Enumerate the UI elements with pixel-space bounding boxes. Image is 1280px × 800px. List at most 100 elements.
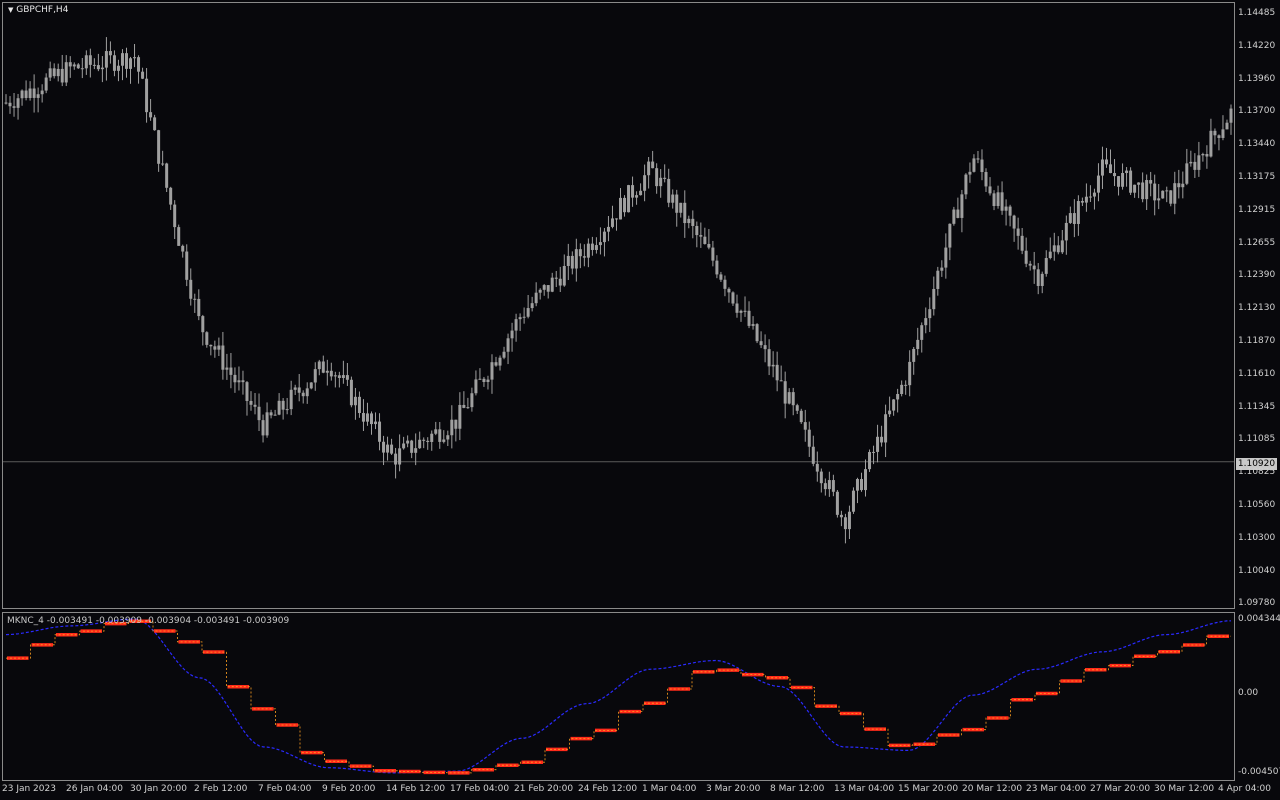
symbol-title[interactable]: ▼ GBPCHF,H4: [8, 5, 68, 15]
candle-body: [173, 204, 177, 228]
candle-body: [120, 53, 124, 66]
candle-body: [8, 102, 12, 107]
time-tick-label: 27 Mar 20:00: [1090, 784, 1151, 794]
candle-body: [1125, 170, 1129, 174]
dropdown-triangle-icon[interactable]: ▼: [8, 6, 13, 14]
price-tick-label: 1.13960: [1238, 73, 1276, 84]
candle-body: [450, 419, 454, 436]
candle-body: [1088, 196, 1092, 198]
candle-body: [550, 277, 554, 292]
time-tick-label: 24 Feb 12:00: [578, 784, 638, 794]
symbol-label: GBPCHF,H4: [16, 5, 69, 15]
candle-body: [1024, 250, 1028, 264]
candle-body: [100, 67, 104, 70]
candle-body: [221, 345, 225, 370]
candle-body: [647, 161, 651, 176]
indicator-tick-label: -0.004507: [1238, 767, 1280, 777]
candle-body: [422, 439, 426, 441]
candle-body: [269, 412, 273, 416]
candle-body: [20, 90, 24, 99]
candle-body: [40, 90, 44, 95]
price-tick-label: 1.11870: [1238, 336, 1276, 346]
candle-body: [578, 249, 582, 257]
candle-body: [799, 410, 803, 423]
price-tick-label: 1.10040: [1238, 565, 1276, 576]
candle-body: [333, 375, 337, 377]
candle-body: [1129, 170, 1133, 193]
candle-body: [418, 439, 422, 449]
candle-body: [711, 247, 715, 261]
candle-body: [655, 168, 659, 187]
candle-body: [313, 369, 317, 383]
candle-body: [470, 393, 474, 408]
chart-canvas: [3, 37, 1234, 775]
candle-body: [253, 404, 257, 407]
time-tick-label: 30 Mar 12:00: [1154, 784, 1215, 794]
candle-body: [1020, 235, 1024, 251]
candle-body: [454, 419, 458, 429]
candle-body: [406, 440, 410, 444]
price-tick-label: 1.14220: [1238, 40, 1276, 51]
candle-body: [357, 396, 361, 413]
candle-body: [928, 309, 932, 319]
candle-body: [1133, 184, 1137, 193]
candle-body: [623, 197, 627, 213]
candle-body: [952, 209, 956, 224]
candle-body: [374, 421, 378, 425]
candle-body: [108, 51, 112, 56]
candle-body: [361, 412, 365, 422]
candle-body: [52, 68, 56, 77]
candle-body: [574, 249, 578, 269]
time-tick-label: 26 Jan 04:00: [66, 784, 123, 794]
candle-body: [1004, 206, 1008, 211]
candle-body: [225, 367, 229, 370]
candle-body: [96, 65, 100, 70]
candle-body: [747, 310, 751, 326]
candle-body: [394, 453, 398, 465]
candle-body: [1169, 190, 1173, 204]
candle-body: [803, 422, 807, 430]
price-tick-label: 1.14485: [1238, 8, 1276, 18]
candle-body: [795, 405, 799, 411]
candle-body: [365, 413, 369, 422]
candle-body: [755, 324, 759, 342]
candle-body: [438, 429, 442, 442]
candle-body: [703, 236, 707, 244]
candle-body: [88, 55, 92, 65]
candle-body: [884, 414, 888, 443]
candle-body: [193, 298, 197, 300]
candle-body: [1008, 206, 1012, 216]
price-tick-label: 1.11610: [1238, 368, 1276, 379]
candle-body: [1056, 245, 1060, 253]
candle-body: [329, 370, 333, 377]
candle-body: [32, 88, 36, 98]
candle-body: [249, 400, 253, 405]
candle-body: [209, 344, 213, 347]
price-tick-label: 1.13175: [1238, 172, 1276, 182]
candle-body: [767, 349, 771, 367]
candle-body: [1217, 135, 1221, 138]
candle-body: [827, 480, 831, 490]
candle-body: [582, 256, 586, 258]
candle-body: [72, 64, 76, 67]
candle-body: [526, 308, 530, 317]
candle-body: [783, 381, 787, 404]
candle-body: [739, 310, 743, 313]
candle-body: [956, 209, 960, 218]
candle-body: [1044, 258, 1048, 274]
candle-body: [185, 251, 189, 280]
candle-body: [369, 413, 373, 425]
candle-body: [651, 161, 655, 169]
candle-body: [518, 317, 522, 320]
candle-body: [759, 341, 763, 346]
candle-body: [719, 274, 723, 280]
candle-body: [458, 404, 462, 429]
candle-body: [940, 267, 944, 271]
candle-body: [751, 324, 755, 326]
candle-body: [586, 243, 590, 258]
candle-body: [16, 98, 20, 108]
candle-body: [281, 400, 285, 410]
candle-body: [478, 378, 482, 380]
candle-body: [687, 218, 691, 224]
candle-body: [197, 298, 201, 317]
